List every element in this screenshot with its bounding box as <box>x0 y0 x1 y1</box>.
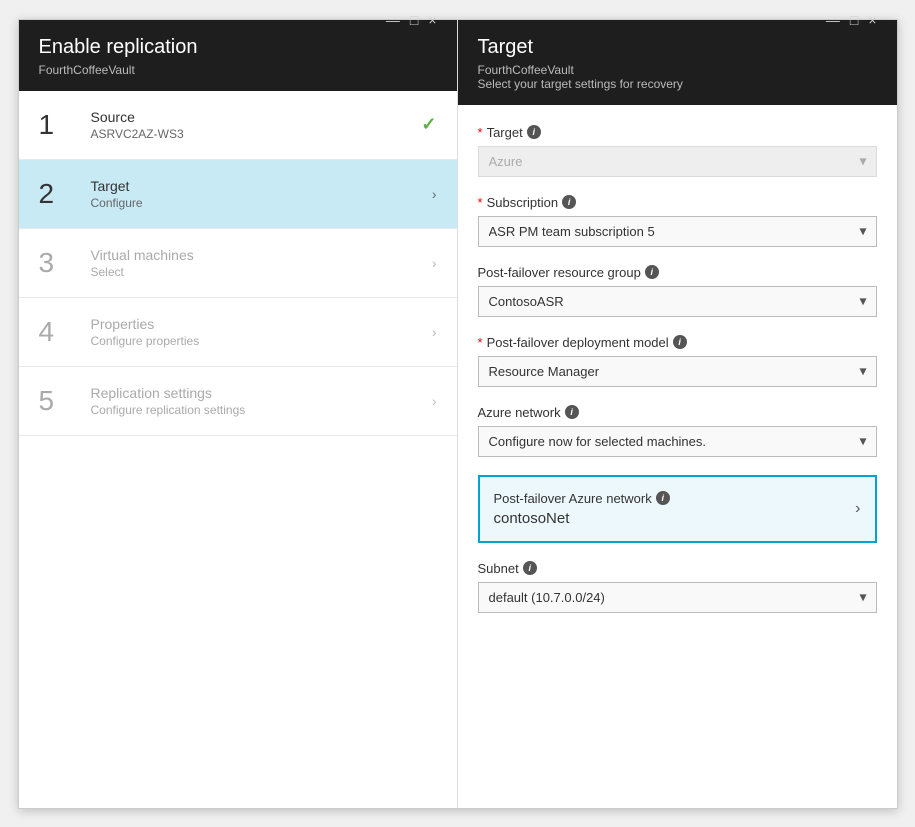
left-panel-content: 1 Source ASRVC2AZ-WS3 ✓ 2 Target Configu… <box>19 91 457 808</box>
deployment-model-label: * Post-failover deployment model i <box>478 335 877 350</box>
right-panel-header: — □ × Target FourthCoffeeVault Select yo… <box>458 20 897 105</box>
step-vms-arrow: › <box>432 255 437 271</box>
deployment-model-select[interactable]: Resource Manager <box>478 356 877 387</box>
right-panel-title: Target <box>478 36 877 59</box>
azure-network-select[interactable]: Configure now for selected machines. <box>478 426 877 457</box>
step-target-subtitle: Configure <box>91 196 432 210</box>
step-vms-title: Virtual machines <box>91 247 432 263</box>
resource-group-info-icon[interactable]: i <box>645 265 659 279</box>
post-failover-network-item[interactable]: Post-failover Azure network i contosoNet… <box>478 475 877 543</box>
subnet-label-text: Subnet <box>478 561 519 576</box>
step-replication-title: Replication settings <box>91 385 432 401</box>
target-select[interactable]: Azure <box>478 146 877 177</box>
left-minimize-button[interactable]: — <box>386 12 400 28</box>
step-source-title: Source <box>91 109 422 125</box>
left-panel-title: Enable replication <box>39 36 437 59</box>
step-source-subtitle: ASRVC2AZ-WS3 <box>91 127 422 141</box>
resource-group-label: Post-failover resource group i <box>478 265 877 280</box>
subscription-info-icon[interactable]: i <box>562 195 576 209</box>
target-group: * Target i Azure <box>478 125 877 177</box>
step-target[interactable]: 2 Target Configure › <box>19 160 457 229</box>
azure-network-label-text: Azure network <box>478 405 561 420</box>
resource-group-group: Post-failover resource group i ContosoAS… <box>478 265 877 317</box>
step-properties-number: 4 <box>39 318 75 346</box>
deployment-model-select-wrapper: Resource Manager <box>478 356 877 387</box>
step-replication[interactable]: 5 Replication settings Configure replica… <box>19 367 457 436</box>
subnet-select[interactable]: default (10.7.0.0/24) <box>478 582 877 613</box>
subscription-label-text: Subscription <box>487 195 559 210</box>
step-properties[interactable]: 4 Properties Configure properties › <box>19 298 457 367</box>
subscription-select[interactable]: ASR PM team subscription 5 <box>478 216 877 247</box>
target-info-icon[interactable]: i <box>527 125 541 139</box>
left-close-button[interactable]: × <box>428 12 436 28</box>
subscription-group: * Subscription i ASR PM team subscriptio… <box>478 195 877 247</box>
step-vms-number: 3 <box>39 249 75 277</box>
step-vms[interactable]: 3 Virtual machines Select › <box>19 229 457 298</box>
left-panel: — □ × Enable replication FourthCoffeeVau… <box>19 20 458 808</box>
step-properties-subtitle: Configure properties <box>91 334 432 348</box>
subnet-label: Subnet i <box>478 561 877 576</box>
subnet-group: Subnet i default (10.7.0.0/24) <box>478 561 877 613</box>
subnet-info-icon[interactable]: i <box>523 561 537 575</box>
step-target-number: 2 <box>39 180 75 208</box>
target-select-wrapper: Azure <box>478 146 877 177</box>
deployment-model-label-text: Post-failover deployment model <box>487 335 669 350</box>
step-source-number: 1 <box>39 111 75 139</box>
resource-group-select[interactable]: ContosoASR <box>478 286 877 317</box>
azure-network-select-wrapper: Configure now for selected machines. <box>478 426 877 457</box>
subscription-select-wrapper: ASR PM team subscription 5 <box>478 216 877 247</box>
post-failover-network-arrow: › <box>855 500 860 518</box>
step-properties-title: Properties <box>91 316 432 332</box>
step-source-checkmark: ✓ <box>421 114 436 135</box>
step-properties-arrow: › <box>432 324 437 340</box>
azure-network-label: Azure network i <box>478 405 877 420</box>
deployment-model-required-star: * <box>478 335 483 350</box>
right-panel: — □ × Target FourthCoffeeVault Select yo… <box>458 20 897 808</box>
right-maximize-button[interactable]: □ <box>850 12 858 28</box>
step-target-arrow: › <box>432 186 437 202</box>
right-panel-description: Select your target settings for recovery <box>478 77 877 91</box>
left-panel-controls: — □ × <box>386 12 437 28</box>
target-label-text: Target <box>487 125 523 140</box>
left-panel-subtitle: FourthCoffeeVault <box>39 63 437 77</box>
azure-network-info-icon[interactable]: i <box>565 405 579 419</box>
step-target-title: Target <box>91 178 432 194</box>
post-failover-network-label: Post-failover Azure network i <box>494 491 670 506</box>
subnet-select-wrapper: default (10.7.0.0/24) <box>478 582 877 613</box>
step-vms-subtitle: Select <box>91 265 432 279</box>
right-minimize-button[interactable]: — <box>826 12 840 28</box>
subscription-label: * Subscription i <box>478 195 877 210</box>
post-failover-network-info-icon[interactable]: i <box>656 491 670 505</box>
resource-group-label-text: Post-failover resource group <box>478 265 641 280</box>
resource-group-select-wrapper: ContosoASR <box>478 286 877 317</box>
right-panel-subtitle: FourthCoffeeVault <box>478 63 877 77</box>
step-replication-arrow: › <box>432 393 437 409</box>
target-required-star: * <box>478 125 483 140</box>
step-source[interactable]: 1 Source ASRVC2AZ-WS3 ✓ <box>19 91 457 160</box>
right-panel-controls: — □ × <box>826 12 877 28</box>
left-maximize-button[interactable]: □ <box>410 12 418 28</box>
azure-network-group: Azure network i Configure now for select… <box>478 405 877 457</box>
subscription-required-star: * <box>478 195 483 210</box>
deployment-model-group: * Post-failover deployment model i Resou… <box>478 335 877 387</box>
right-panel-content: * Target i Azure * Subscription i <box>458 105 897 808</box>
panels-container: — □ × Enable replication FourthCoffeeVau… <box>18 19 898 809</box>
step-replication-subtitle: Configure replication settings <box>91 403 432 417</box>
target-label: * Target i <box>478 125 877 140</box>
left-panel-header: — □ × Enable replication FourthCoffeeVau… <box>19 20 457 91</box>
deployment-model-info-icon[interactable]: i <box>673 335 687 349</box>
post-failover-network-value: contosoNet <box>494 510 670 527</box>
right-close-button[interactable]: × <box>868 12 876 28</box>
step-replication-number: 5 <box>39 387 75 415</box>
post-failover-network-group: Post-failover Azure network i contosoNet… <box>478 475 877 543</box>
